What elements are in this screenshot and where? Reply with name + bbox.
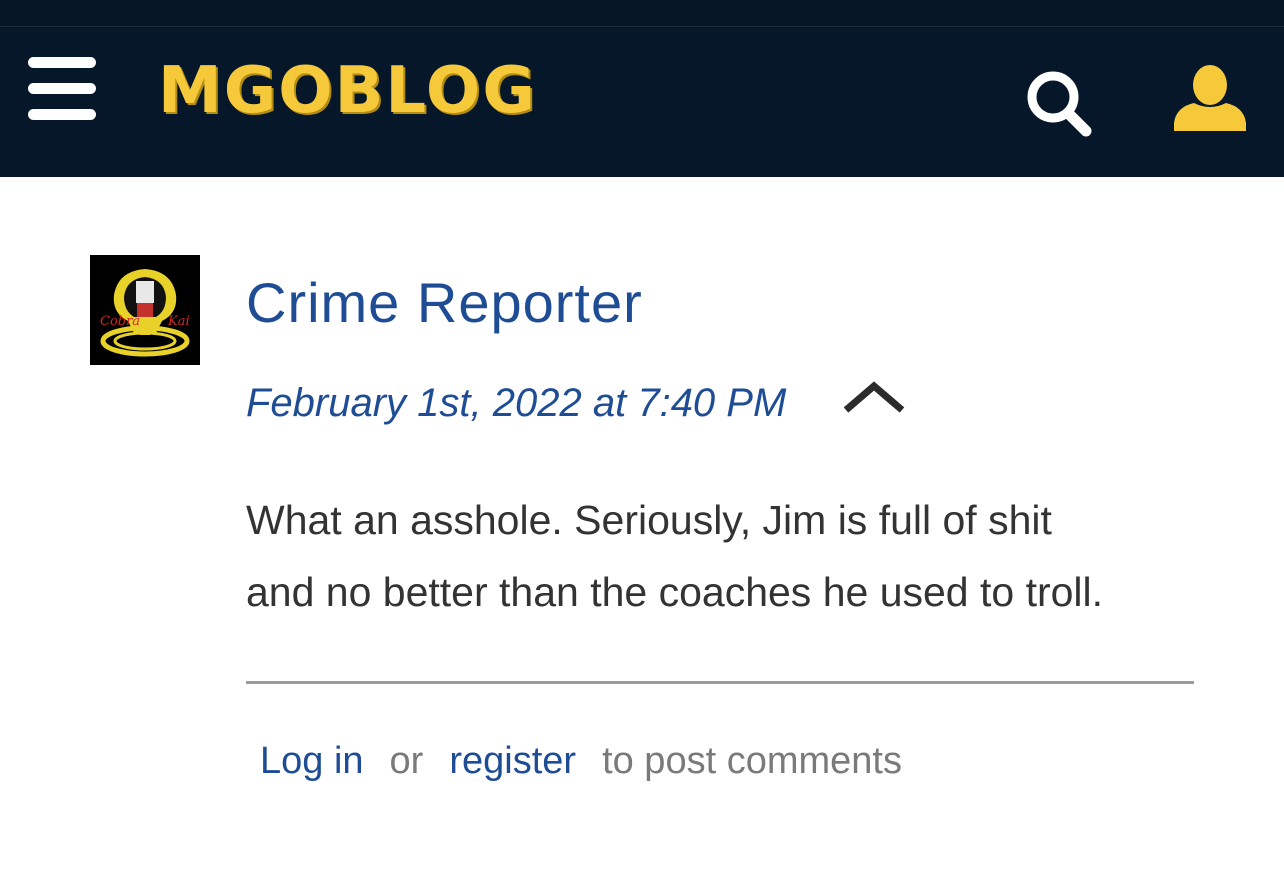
svg-text:Cobra: Cobra [100, 314, 140, 329]
comment-timestamp[interactable]: February 1st, 2022 at 7:40 PM [246, 376, 786, 430]
status-strip [0, 0, 1284, 27]
or-text: or [389, 740, 424, 782]
register-link[interactable]: register [449, 740, 576, 782]
chevron-up-icon[interactable] [838, 378, 910, 424]
site-header: MGOBLOG [0, 27, 1284, 177]
comment-line: and no better than the coaches he used t… [246, 569, 1104, 615]
login-link[interactable]: Log in [260, 740, 364, 782]
comment-line: What an asshole. Seriously, Jim is full … [246, 497, 1052, 543]
author-avatar[interactable]: Cobra Kai [90, 255, 200, 365]
divider [246, 681, 1194, 684]
login-prompt: Log in or register to post comments [260, 734, 902, 788]
hamburger-menu-icon[interactable] [28, 57, 96, 121]
author-name[interactable]: Crime Reporter [246, 268, 643, 338]
comment-body: What an asshole. Seriously, Jim is full … [246, 484, 1246, 628]
user-icon[interactable] [1168, 63, 1252, 135]
site-logo[interactable]: MGOBLOG [158, 55, 537, 127]
svg-text:Kai: Kai [167, 314, 190, 329]
post-comments-text: to post comments [602, 740, 902, 782]
search-icon[interactable] [1020, 67, 1100, 139]
